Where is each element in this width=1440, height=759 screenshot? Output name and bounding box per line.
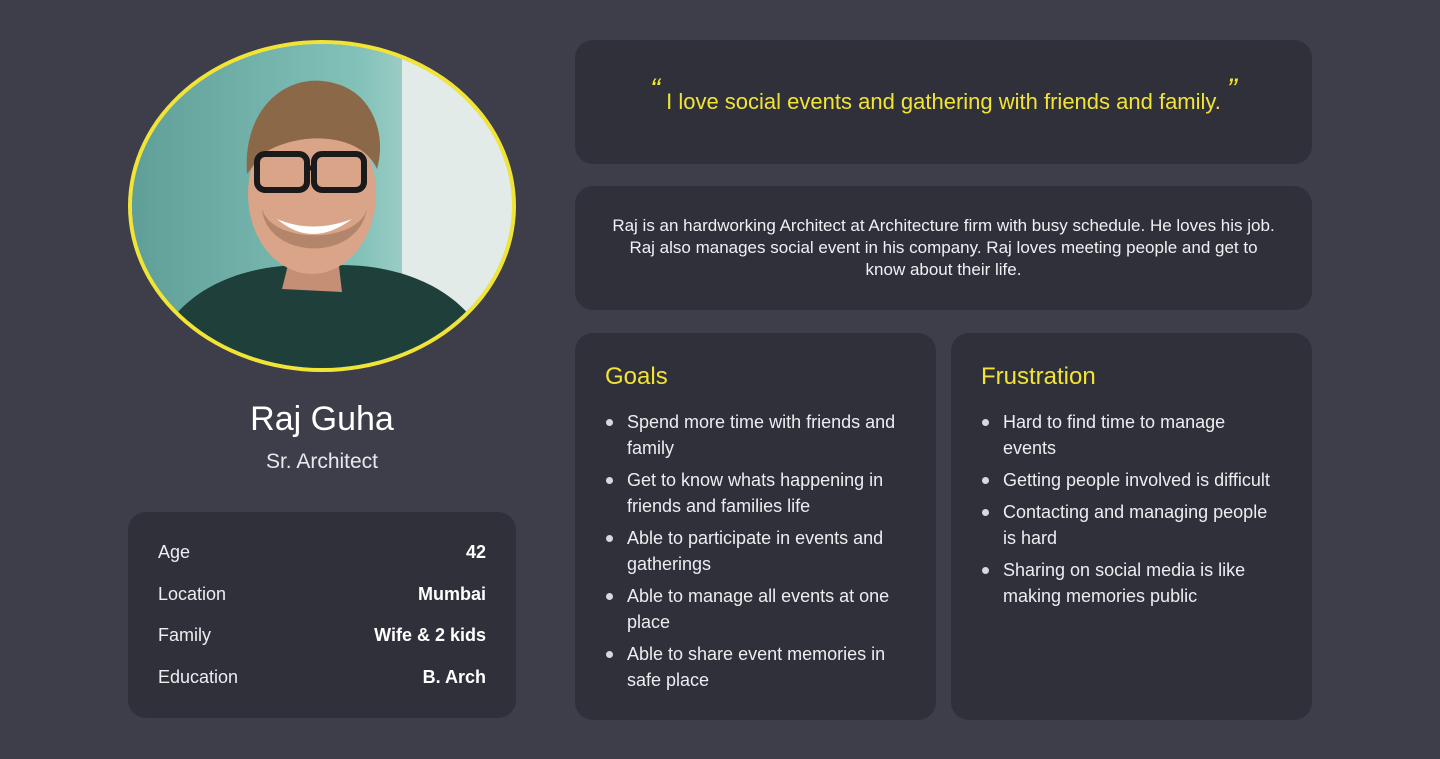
info-value: Mumbai: [417, 584, 486, 604]
list-item: Able to participate in events and gather…: [605, 525, 905, 577]
quote-text: I love social events and gathering with …: [666, 89, 1221, 114]
list-item: Able to manage all events at one place: [605, 583, 905, 635]
goals-list: Spend more time with friends and family …: [605, 409, 905, 699]
info-row-age: Age 42: [158, 542, 486, 563]
quote-card: “ I love social events and gathering wit…: [575, 40, 1312, 164]
info-row-education: Education B. Arch: [158, 667, 486, 688]
info-value: B. Arch: [422, 667, 486, 687]
profile-photo: [128, 40, 516, 372]
goals-title: Goals: [605, 363, 668, 390]
info-label: Family: [158, 625, 211, 645]
persona-role: Sr. Architect: [265, 450, 379, 473]
list-item: Contacting and managing people is hard: [981, 499, 1281, 551]
frustration-list: Hard to find time to manage events Getti…: [981, 409, 1281, 615]
info-value: Wife & 2 kids: [374, 625, 486, 645]
goals-card: Goals Spend more time with friends and f…: [575, 333, 936, 720]
bio-text: Raj is an hardworking Architect at Archi…: [612, 216, 1275, 279]
open-quote-mark: “: [650, 73, 661, 106]
close-quote-mark: ”: [1226, 73, 1237, 106]
bio-card: Raj is an hardworking Architect at Archi…: [575, 186, 1312, 310]
list-item: Hard to find time to manage events: [981, 409, 1281, 461]
list-item: Sharing on social media is like making m…: [981, 557, 1281, 609]
info-card: Age 42 Location Mumbai Family Wife & 2 k…: [128, 512, 516, 718]
list-item: Getting people involved is difficult: [981, 467, 1281, 493]
info-label: Age: [158, 542, 191, 562]
info-label: Education: [158, 667, 239, 687]
list-item: Able to share event memories in safe pla…: [605, 641, 905, 693]
frustration-card: Frustration Hard to find time to manage …: [951, 333, 1312, 720]
info-row-location: Location Mumbai: [158, 584, 486, 605]
frustration-title: Frustration: [981, 363, 1096, 390]
persona-name: Raj Guha: [250, 400, 394, 438]
list-item: Spend more time with friends and family: [605, 409, 905, 461]
person-photo-icon: [132, 44, 512, 368]
info-label: Location: [158, 584, 227, 604]
info-row-family: Family Wife & 2 kids: [158, 625, 486, 646]
info-value: 42: [465, 542, 486, 562]
list-item: Get to know whats happening in friends a…: [605, 467, 905, 519]
